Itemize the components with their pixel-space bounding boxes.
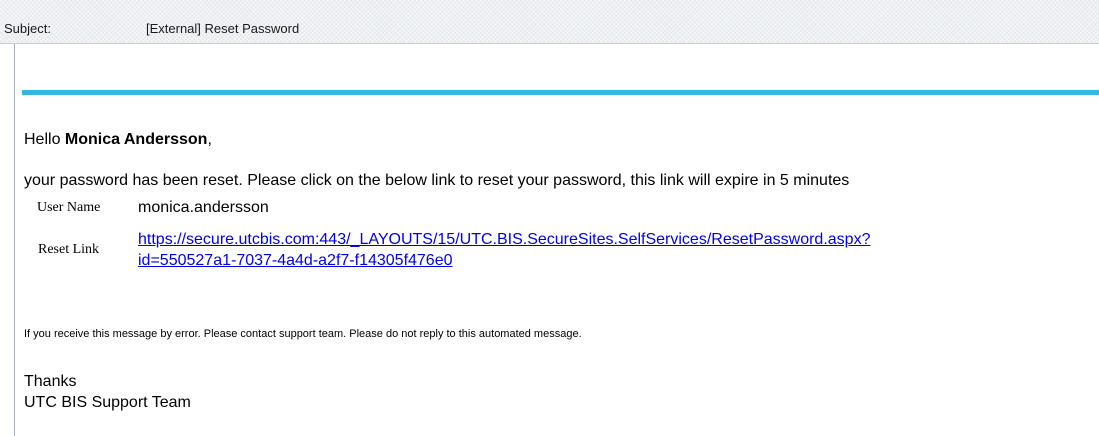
reset-link-line-1: https://secure.utcbis.com:443/_LAYOUTS/1… xyxy=(138,231,871,248)
reset-link-line-2: id=550527a1-7037-4a4d-a2f7-f14305f476e0 xyxy=(138,252,453,269)
subject-label: Subject: xyxy=(4,21,51,36)
user-name-value: monica.andersson xyxy=(138,199,269,216)
reset-link-label: Reset Link xyxy=(38,242,100,257)
accent-divider xyxy=(22,90,1099,95)
greeting: Hello Monica Andersson, xyxy=(24,131,212,149)
greeting-prefix: Hello xyxy=(24,131,65,148)
user-name-label: User Name xyxy=(37,200,101,215)
reset-password-link[interactable]: https://secure.utcbis.com:443/_LAYOUTS/1… xyxy=(138,229,1038,271)
disclaimer-text: If you receive this message by error. Pl… xyxy=(24,328,582,340)
closing-thanks: Thanks xyxy=(24,373,77,390)
subject-value: [External] Reset Password xyxy=(146,21,300,36)
signature: UTC BIS Support Team xyxy=(24,394,191,411)
greeting-suffix: , xyxy=(207,131,212,148)
intro-text: your password has been reset. Please cli… xyxy=(24,172,850,189)
email-header: Subject: [External] Reset Password xyxy=(0,0,1099,44)
recipient-name: Monica Andersson xyxy=(64,131,208,148)
